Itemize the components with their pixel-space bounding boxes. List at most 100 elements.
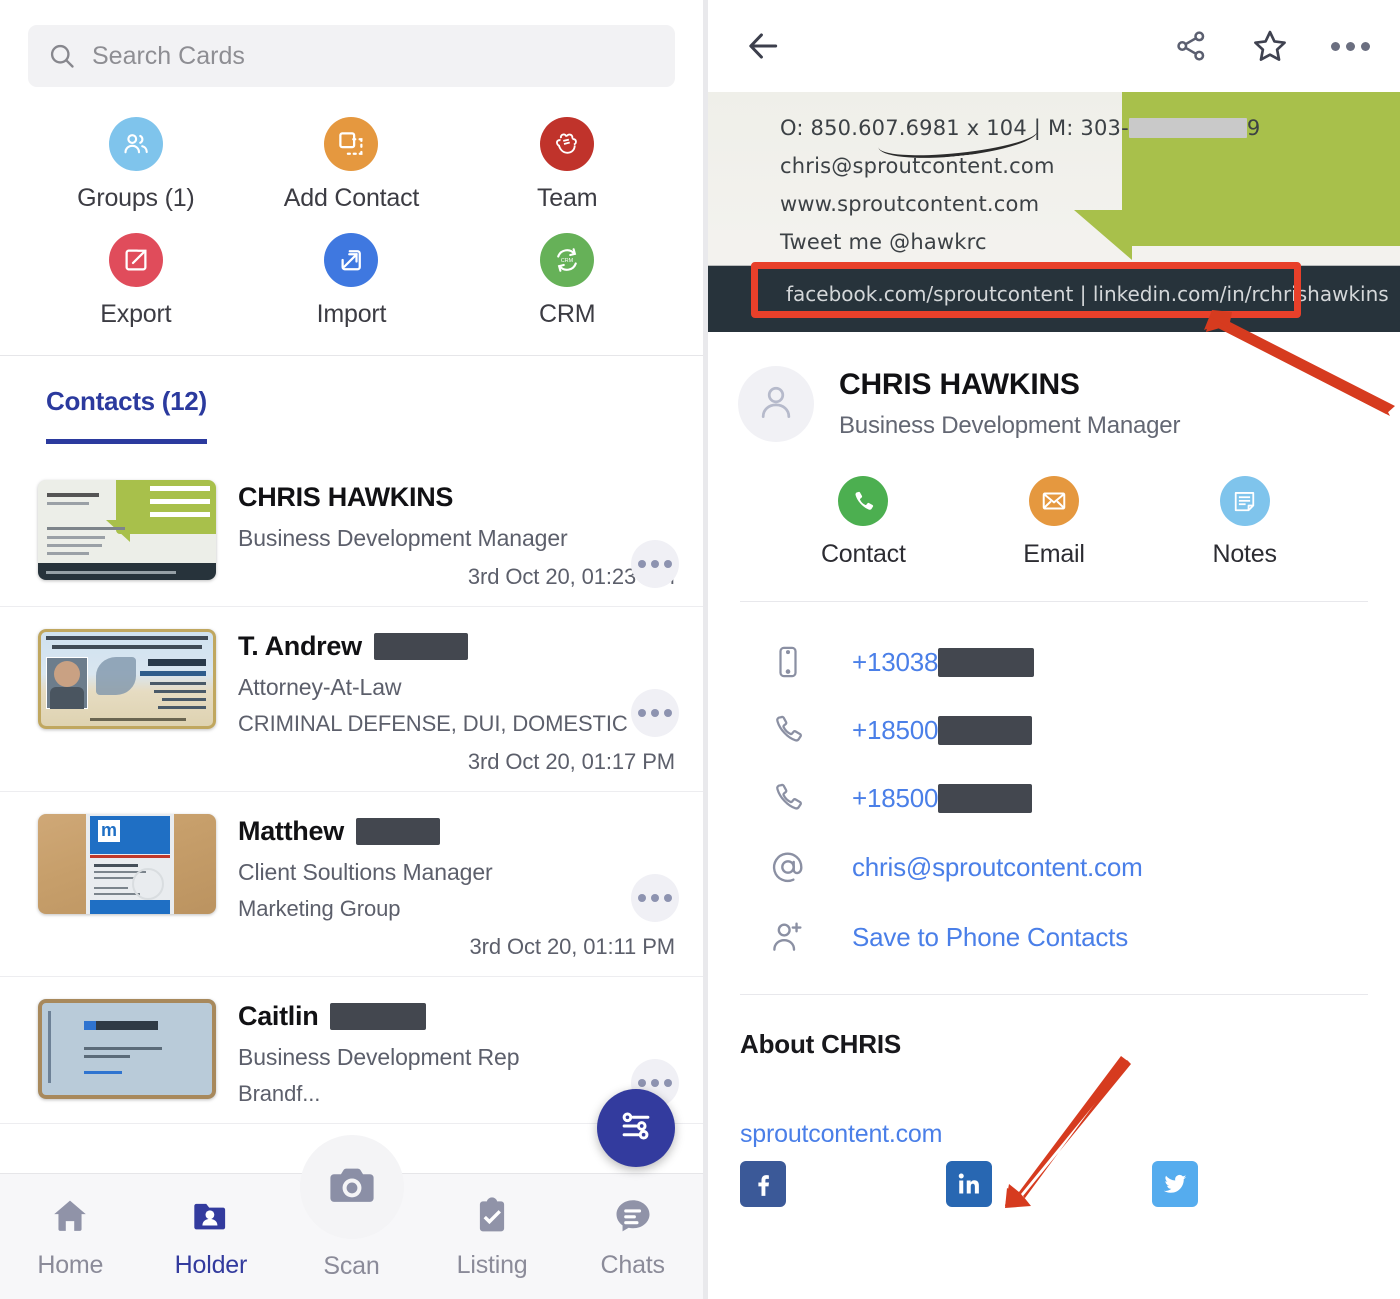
table-row[interactable]: CHRIS HAWKINS Business Development Manag…	[0, 458, 703, 607]
svg-text:CRM: CRM	[561, 258, 574, 264]
redacted-surname	[330, 1003, 427, 1030]
table-row[interactable]: Caitlin Business Development Rep Brandf.…	[0, 977, 703, 1124]
add-contact-icon	[324, 117, 379, 171]
business-card-thumbnail: m	[38, 814, 216, 914]
profile-text: CHRIS HAWKINS Business Development Manag…	[814, 368, 1180, 440]
contact-timestamp: 3rd Oct 20, 01:11 PM	[469, 934, 676, 959]
row-more-icon[interactable]	[631, 689, 679, 737]
contact-title: Client Soultions Manager	[238, 859, 493, 885]
contacts-list: CHRIS HAWKINS Business Development Manag…	[0, 458, 703, 1124]
redacted-value	[938, 783, 1033, 813]
action-team[interactable]: Team	[459, 117, 675, 213]
card-website-text: www.sproutcontent.com	[780, 192, 1040, 216]
action-groups[interactable]: Groups (1)	[28, 117, 244, 213]
more-horizontal-icon[interactable]	[1331, 41, 1370, 51]
redacted-value	[938, 715, 1033, 745]
field-phone-1[interactable]: +18500	[708, 696, 1400, 764]
page-title: CHRIS HAWKINS	[839, 368, 1080, 401]
social-links-row	[708, 1149, 1400, 1207]
search-icon	[48, 42, 76, 70]
phone-handset-icon	[762, 712, 814, 748]
table-row[interactable]: m Matthew Client Soultions Manager Marke…	[0, 792, 703, 977]
twitter-icon[interactable]	[1152, 1161, 1198, 1207]
share-icon[interactable]	[1173, 28, 1209, 64]
row-more-icon[interactable]	[631, 540, 679, 588]
facebook-icon[interactable]	[740, 1161, 786, 1207]
linkedin-icon[interactable]	[946, 1161, 992, 1207]
action-contact-label: Contact	[820, 540, 906, 568]
nav-item-home-label: Home	[37, 1250, 104, 1279]
card-holder-panel: Groups (1) Add Contact	[0, 0, 703, 1299]
card-phone-suffix: 9	[1246, 116, 1261, 140]
field-value: Save to Phone Contacts	[814, 922, 1128, 953]
action-crm[interactable]: CRM CRM	[459, 233, 675, 329]
envelope-icon	[1028, 476, 1079, 526]
contact-name: CHRIS HAWKINS	[238, 482, 675, 513]
nav-item-listing[interactable]: Listing	[422, 1194, 563, 1280]
star-outline-icon[interactable]	[1251, 27, 1289, 65]
arrow-left-icon[interactable]	[744, 27, 782, 65]
action-groups-label: Groups (1)	[77, 184, 195, 212]
business-card-thumbnail	[38, 480, 216, 580]
field-value: chris@sproutcontent.com	[814, 852, 1143, 883]
field-save-to-contacts[interactable]: Save to Phone Contacts	[708, 902, 1400, 972]
app-root: Groups (1) Add Contact	[0, 0, 1400, 1299]
contact-name: Caitlin	[238, 1001, 675, 1032]
action-add-contact[interactable]: Add Contact	[244, 117, 460, 213]
home-icon	[48, 1194, 92, 1243]
field-text: +18500	[852, 714, 939, 745]
contact-title: Business Development Manager	[238, 525, 568, 551]
website-link[interactable]: sproutcontent.com	[708, 1060, 1400, 1149]
contact-name: Matthew	[238, 816, 675, 847]
action-export[interactable]: Export	[28, 233, 244, 329]
field-mobile-phone[interactable]: +13038	[708, 628, 1400, 696]
contact-info: CHRIS HAWKINS Business Development Manag…	[216, 480, 675, 590]
person-icon	[754, 380, 798, 429]
phone-handset-icon	[762, 780, 814, 816]
action-contact[interactable]: Contact	[768, 476, 959, 569]
card-twitter-text: Tweet me @hawkrc	[780, 230, 987, 254]
field-email[interactable]: chris@sproutcontent.com	[708, 832, 1400, 902]
profile-header: CHRIS HAWKINS Business Development Manag…	[708, 332, 1400, 442]
action-import[interactable]: Import	[244, 233, 460, 329]
contact-name-text: Caitlin	[238, 1001, 319, 1031]
contact-timestamp: 3rd Oct 20, 01:23 PM	[467, 564, 675, 589]
search-input[interactable]	[92, 41, 655, 71]
field-value: +18500	[814, 783, 1033, 814]
search-section	[0, 0, 703, 87]
contact-detail-panel: O: 850.607.6981 x 104 | M: 303- 9 chris@s…	[708, 0, 1400, 1299]
action-import-label: Import	[316, 300, 387, 328]
filter-sliders-icon	[617, 1107, 655, 1150]
crm-sync-icon: CRM	[540, 233, 595, 287]
contact-folder-icon	[189, 1194, 233, 1243]
action-add-contact-label: Add Contact	[283, 184, 420, 212]
team-icon	[540, 117, 595, 171]
nav-item-listing-label: Listing	[456, 1250, 528, 1279]
row-more-icon[interactable]	[631, 874, 679, 922]
business-card-thumbnail	[38, 629, 216, 729]
search-box[interactable]	[28, 25, 675, 87]
filter-fab-button[interactable]	[597, 1089, 675, 1167]
green-bubble-tail	[1074, 210, 1132, 260]
nav-item-home[interactable]: Home	[0, 1194, 141, 1280]
contacts-tabbar: Contacts (12)	[0, 356, 703, 444]
scan-button[interactable]	[299, 1135, 404, 1239]
nav-item-scan-label: Scan	[323, 1252, 380, 1280]
nav-item-chats[interactable]: Chats	[562, 1194, 703, 1280]
action-export-label: Export	[100, 300, 172, 328]
action-email[interactable]: Email	[959, 476, 1150, 569]
contact-title: Attorney-At-Law	[238, 674, 402, 700]
quick-actions-grid: Groups (1) Add Contact Team Export Impor…	[0, 87, 703, 355]
avatar	[738, 366, 814, 442]
contact-subtitle: Marketing Group	[238, 896, 401, 921]
business-card-thumbnail	[38, 999, 216, 1099]
table-row[interactable]: T. Andrew Attorney-At-Law CRIMINAL DEFEN…	[0, 607, 703, 792]
contact-info: Caitlin Business Development Rep Brandf.…	[216, 999, 675, 1107]
tab-contacts[interactable]: Contacts (12)	[46, 386, 207, 444]
action-notes[interactable]: Notes	[1149, 476, 1340, 569]
camera-icon	[325, 1158, 379, 1217]
nav-item-holder[interactable]: Holder	[141, 1194, 282, 1280]
field-phone-2[interactable]: +18500	[708, 764, 1400, 832]
action-crm-label: CRM	[538, 300, 596, 328]
contact-timestamp: 3rd Oct 20, 01:17 PM	[467, 749, 675, 774]
